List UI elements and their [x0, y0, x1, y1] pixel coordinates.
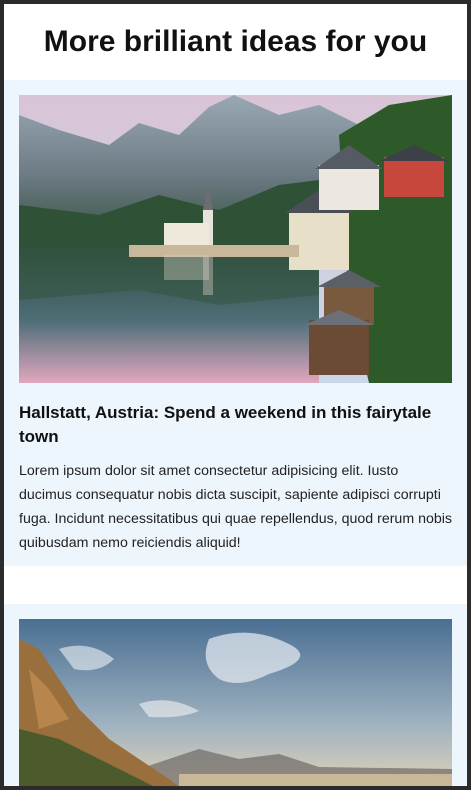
page-title: More brilliant ideas for you: [43, 25, 428, 58]
card-title[interactable]: Hallstatt, Austria: Spend a weekend in t…: [19, 401, 452, 449]
article-card[interactable]: [4, 604, 467, 786]
card-image-hallstatt[interactable]: [19, 95, 452, 383]
page-frame: More brilliant ideas for you Hallstatt, …: [4, 4, 467, 786]
card-image-coast[interactable]: [19, 619, 452, 786]
article-card[interactable]: Hallstatt, Austria: Spend a weekend in t…: [4, 80, 467, 566]
card-description: Lorem ipsum dolor sit amet consectetur a…: [19, 463, 453, 551]
